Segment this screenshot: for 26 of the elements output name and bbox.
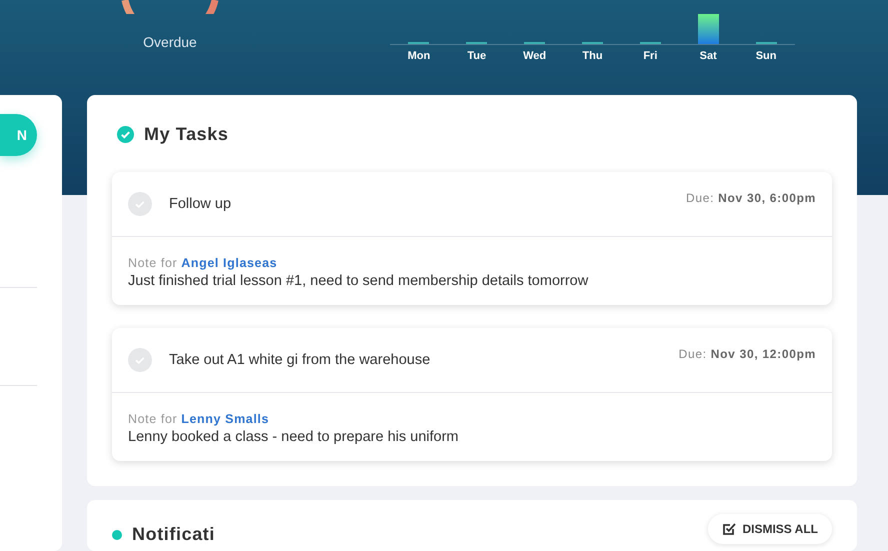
task-title: Take out A1 white gi from the warehouse xyxy=(169,352,432,368)
day-label: Tue xyxy=(466,50,488,62)
task-note: Lenny booked a class - need to prepare his uniform xyxy=(128,429,460,445)
day-label: Fri xyxy=(642,50,658,62)
day-label: Wed xyxy=(522,50,548,62)
check-square-icon xyxy=(722,522,736,536)
member-link[interactable]: Lenny Smalls xyxy=(181,412,270,426)
panel-title: My Tasks xyxy=(144,124,229,144)
task-checkbox[interactable] xyxy=(128,348,152,372)
due-date: Due: Nov 30, 12:00pm xyxy=(678,347,816,361)
day-label: Thu xyxy=(581,50,604,62)
due-date: Due: Nov 30, 6:00pm xyxy=(686,191,816,205)
note-prefix: Note for xyxy=(128,256,178,270)
status-dot xyxy=(112,530,122,540)
member-link[interactable]: Angel Iglaseas xyxy=(181,256,278,270)
check-circle-icon xyxy=(117,126,134,142)
task-checkbox[interactable] xyxy=(128,192,152,216)
task-note: Just finished trial lesson #1, need to send membership details tomorrow xyxy=(128,273,590,289)
day-label: Sun xyxy=(754,50,778,62)
task-title: Follow up xyxy=(169,196,232,212)
dismiss-all-button[interactable]: DISMISS ALL xyxy=(708,514,832,544)
panel-title: Notificati xyxy=(132,524,216,545)
day-label: Mon xyxy=(406,50,432,62)
day-label: Sat xyxy=(698,50,718,62)
note-prefix: Note for xyxy=(128,412,178,426)
overdue-label: Overdue xyxy=(143,34,197,50)
